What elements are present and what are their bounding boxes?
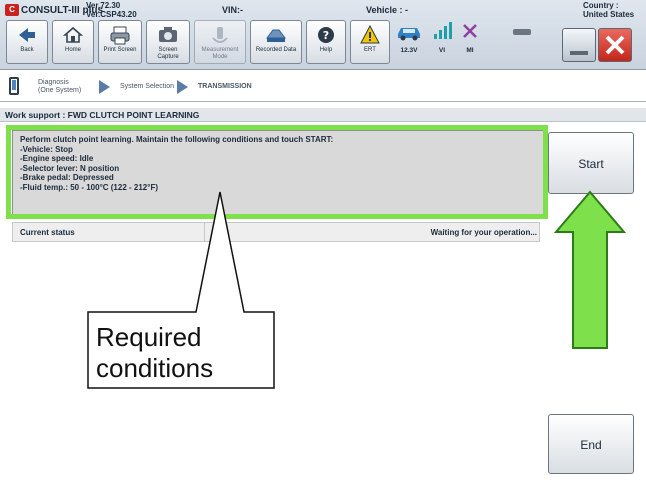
callout-line: conditions	[96, 353, 214, 383]
green-up-arrow-icon	[553, 190, 627, 349]
callout-line: Required	[96, 322, 202, 352]
callout-label: Required conditions	[96, 322, 266, 384]
